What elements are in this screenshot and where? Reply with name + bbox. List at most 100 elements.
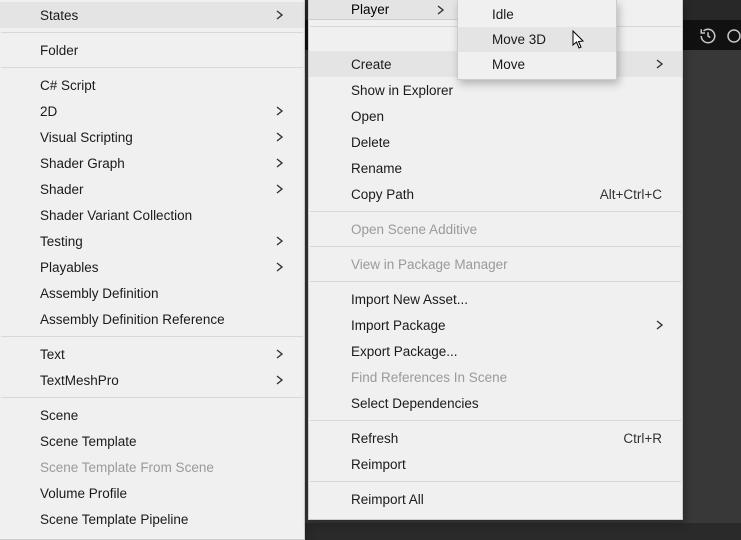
menu-item-label: Copy Path (351, 187, 570, 202)
context-menu-item-show-in-explorer[interactable]: Show in Explorer (309, 77, 682, 103)
menu-item-label: Idle (492, 7, 598, 22)
menu-item-label: TextMeshPro (40, 373, 280, 388)
menu-item-label: Delete (351, 135, 662, 150)
context-menu-item-reimport-all[interactable]: Reimport All (309, 486, 682, 512)
menu-item-label: Shader (40, 182, 280, 197)
chevron-right-icon (276, 236, 288, 246)
create-submenu-item-c-script[interactable]: C# Script (0, 72, 304, 98)
menu-item-label: Shader Variant Collection (40, 208, 280, 223)
player-submenu-item-move[interactable]: Move (458, 52, 616, 77)
create-submenu-item-shader-graph[interactable]: Shader Graph (0, 150, 304, 176)
menu-item-label: C# Script (40, 78, 280, 93)
create-submenu-item-testing[interactable]: Testing (0, 228, 304, 254)
menu-item-label: Playables (40, 260, 280, 275)
create-submenu-item-textmeshpro[interactable]: TextMeshPro (0, 367, 304, 393)
menu-item-label: Export Package... (351, 344, 662, 359)
menu-item-label: Refresh (351, 431, 593, 446)
menu-item-label: Text (40, 347, 280, 362)
chevron-right-icon (276, 262, 288, 272)
create-submenu-item-2d[interactable]: 2D (0, 98, 304, 124)
menu-item-shortcut: Alt+Ctrl+C (570, 187, 662, 202)
context-menu-item-import-package[interactable]: Import Package (309, 312, 682, 338)
context-menu-item-select-dependencies[interactable]: Select Dependencies (309, 390, 682, 416)
chevron-right-icon (276, 184, 288, 194)
menu-item-shortcut: Ctrl+R (593, 431, 662, 446)
menu-item-label: Move (492, 57, 598, 72)
context-menu-item-find-references-in-scene: Find References In Scene (309, 364, 682, 390)
menu-item-label: Show in Explorer (351, 83, 662, 98)
context-menu-item-copy-path[interactable]: Copy PathAlt+Ctrl+C (309, 181, 682, 207)
menu-separator (1, 67, 303, 68)
menu-item-label: Volume Profile (40, 486, 280, 501)
chevron-right-icon (276, 375, 288, 385)
player-submenu-item-move-3d[interactable]: Move 3D (458, 27, 616, 52)
states-submenu-player[interactable]: Player (308, 0, 458, 20)
context-menu-item-reimport[interactable]: Reimport (309, 451, 682, 477)
create-submenu-item-shader[interactable]: Shader (0, 176, 304, 202)
menu-item-label: Folder (40, 43, 280, 58)
create-submenu-item-scene-template-from-scene: Scene Template From Scene (0, 454, 304, 480)
create-submenu-item-visual-scripting[interactable]: Visual Scripting (0, 124, 304, 150)
create-submenu-item-shader-variant-collection[interactable]: Shader Variant Collection (0, 202, 304, 228)
create-submenu-item-text[interactable]: Text (0, 341, 304, 367)
chevron-right-icon (656, 59, 668, 69)
chevron-right-icon (276, 106, 288, 116)
menu-separator (1, 32, 303, 33)
chevron-right-icon (656, 320, 668, 330)
menu-item-label: Scene Template Pipeline (40, 512, 280, 527)
menu-separator (310, 281, 681, 282)
menu-item-label: 2D (40, 104, 280, 119)
menu-item-label: View in Package Manager (351, 257, 662, 272)
create-submenu-item-folder[interactable]: Folder (0, 37, 304, 63)
menu-separator (310, 246, 681, 247)
menu-item-label: Assembly Definition (40, 286, 280, 301)
player-submenu[interactable]: Idle Move 3D Move (457, 0, 617, 80)
menu-item-label: Reimport (351, 457, 662, 472)
menu-item-label: Find References In Scene (351, 370, 662, 385)
context-menu-item-import-new-asset[interactable]: Import New Asset... (309, 286, 682, 312)
context-menu-item-open[interactable]: Open (309, 103, 682, 129)
create-submenu-item-volume-profile[interactable]: Volume Profile (0, 480, 304, 506)
menu-item-label: Visual Scripting (40, 130, 280, 145)
context-menu-item-export-package[interactable]: Export Package... (309, 338, 682, 364)
menu-separator (1, 336, 303, 337)
context-menu-item-refresh[interactable]: RefreshCtrl+R (309, 425, 682, 451)
context-menu-item-delete[interactable]: Delete (309, 129, 682, 155)
chevron-right-icon (276, 349, 288, 359)
create-submenu-item-scene-template-pipeline[interactable]: Scene Template Pipeline (0, 506, 304, 532)
menu-item-label: Open Scene Additive (351, 222, 662, 237)
menu-item-label: Testing (40, 234, 280, 249)
chevron-right-icon (276, 10, 288, 20)
menu-separator (1, 397, 303, 398)
create-submenu-item-scene[interactable]: Scene (0, 402, 304, 428)
create-submenu-item-assembly-definition[interactable]: Assembly Definition (0, 280, 304, 306)
history-icon[interactable] (697, 26, 719, 46)
create-submenu-item-states[interactable]: States (0, 2, 304, 28)
menu-item-label: Player (351, 2, 389, 17)
menu-item-label: Shader Graph (40, 156, 280, 171)
menu-item-label: Select Dependencies (351, 396, 662, 411)
menu-item-label: Scene Template From Scene (40, 460, 280, 475)
menu-item-label: Assembly Definition Reference (40, 312, 280, 327)
create-submenu[interactable]: States Folder C# Script 2D Visual Scripting S… (0, 0, 305, 540)
menu-item-label: Scene (40, 408, 280, 423)
create-submenu-item-playables[interactable]: Playables (0, 254, 304, 280)
menu-item-label: Scene Template (40, 434, 280, 449)
chevron-right-icon (276, 132, 288, 142)
menu-separator (310, 211, 681, 212)
player-submenu-item-idle[interactable]: Idle (458, 2, 616, 27)
create-submenu-item-assembly-definition-reference[interactable]: Assembly Definition Reference (0, 306, 304, 332)
circle-icon[interactable] (723, 26, 741, 46)
menu-item-label: States (40, 8, 280, 23)
chevron-right-icon (437, 5, 445, 15)
create-submenu-item-scene-template[interactable]: Scene Template (0, 428, 304, 454)
context-menu-item-open-scene-additive: Open Scene Additive (309, 216, 682, 242)
menu-item-label: Reimport All (351, 492, 662, 507)
context-menu-item-rename[interactable]: Rename (309, 155, 682, 181)
menu-separator (310, 420, 681, 421)
menu-item-label: Open (351, 109, 662, 124)
chevron-right-icon (276, 158, 288, 168)
menu-item-label: Import New Asset... (351, 292, 662, 307)
menu-separator (310, 481, 681, 482)
menu-item-label: Import Package (351, 318, 662, 333)
